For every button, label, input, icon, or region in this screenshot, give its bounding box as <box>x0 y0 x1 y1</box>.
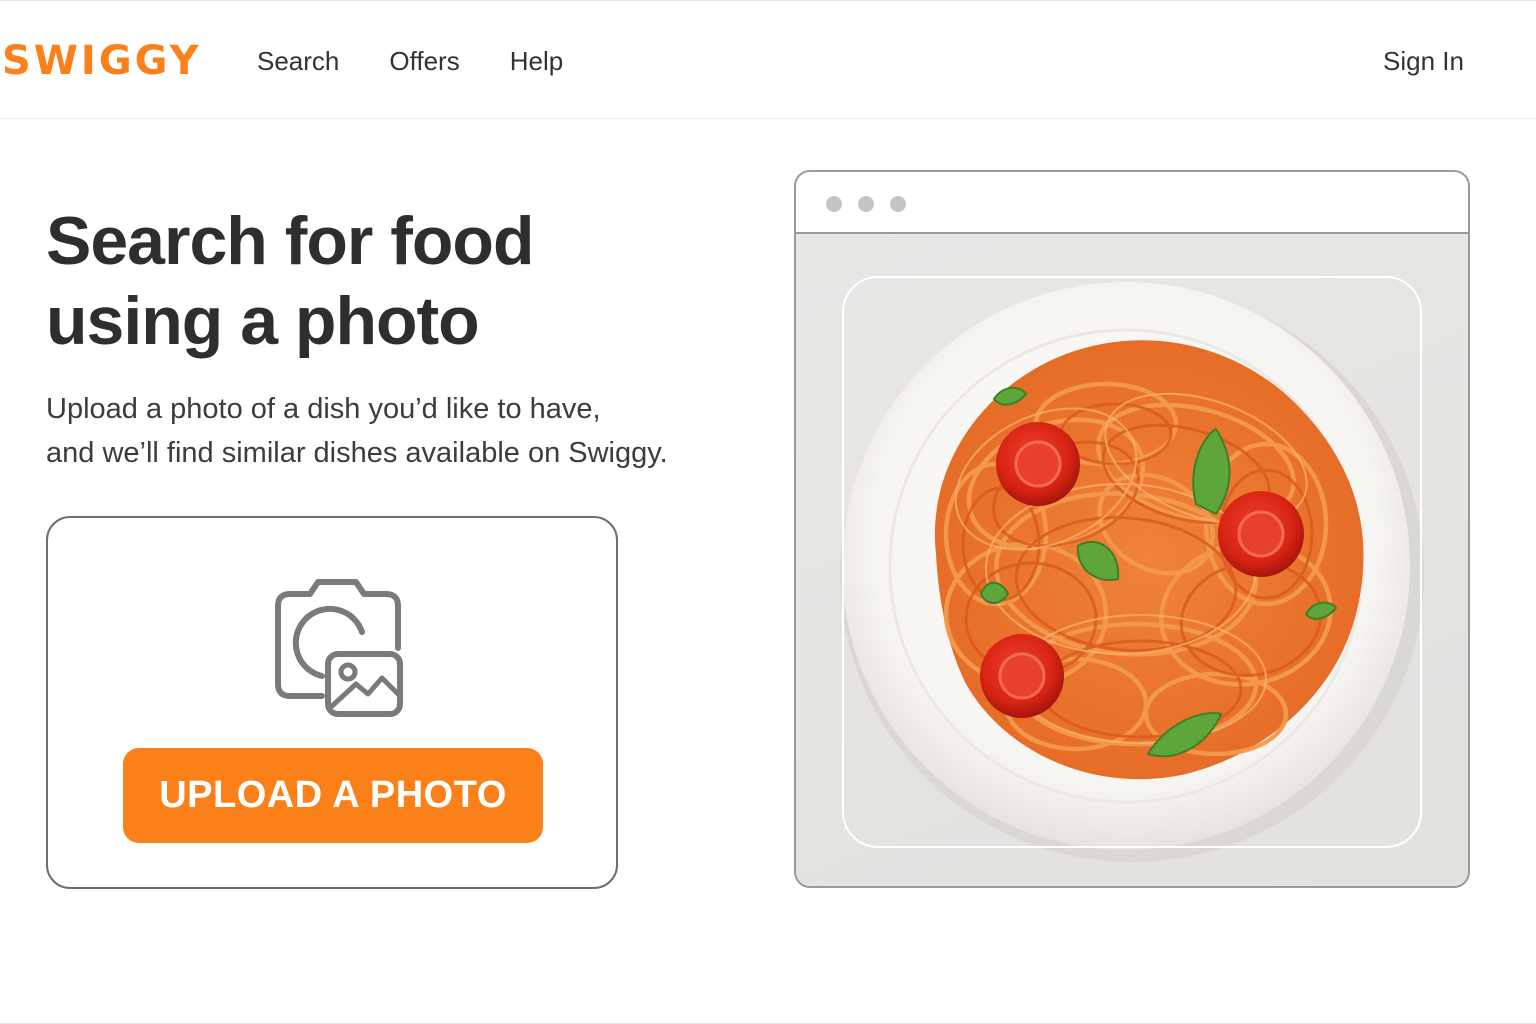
hero-title: Search for food using a photo <box>46 201 726 361</box>
browser-title-bar <box>796 172 1468 234</box>
swiggy-logo[interactable]: SWIGGY <box>2 38 202 84</box>
nav-help-link[interactable]: Help <box>510 45 563 77</box>
window-dot-icon <box>826 196 842 212</box>
upload-photo-button[interactable]: UPLOAD A PHOTO <box>123 748 543 843</box>
hero-subtitle: Upload a photo of a dish you’d like to h… <box>46 387 746 475</box>
hero-title-line-2: using a photo <box>46 283 480 359</box>
window-dot-icon <box>890 196 906 212</box>
camera-image-icon <box>275 579 403 717</box>
hero-subtitle-line-1: Upload a photo of a dish you’d like to h… <box>46 393 601 425</box>
top-navbar: SWIGGY Search Offers Help Sign In <box>0 1 1536 119</box>
nav-search-link[interactable]: Search <box>257 45 339 77</box>
hero-subtitle-line-2: and we’ll find similar dishes available … <box>46 437 668 469</box>
crop-selection-frame <box>842 276 1422 848</box>
upload-dropzone[interactable]: UPLOAD A PHOTO <box>46 516 618 889</box>
main-nav: Search Offers Help <box>257 45 563 77</box>
browser-preview-window <box>794 170 1470 888</box>
window-dot-icon <box>858 196 874 212</box>
preview-image-area <box>796 234 1468 886</box>
hero-title-line-1: Search for food <box>46 203 535 279</box>
nav-offers-link[interactable]: Offers <box>389 45 459 77</box>
sign-in-link[interactable]: Sign In <box>1383 45 1464 77</box>
